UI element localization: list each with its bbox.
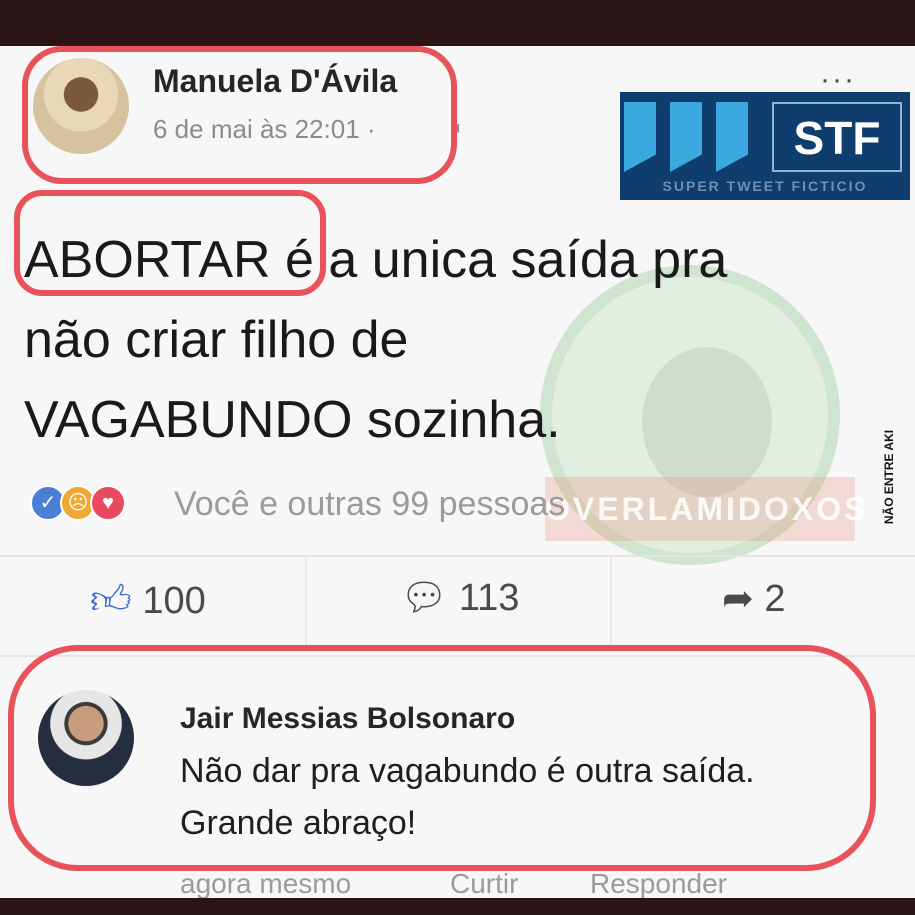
thumbs-up-icon: 👍︎ [90,578,132,622]
comment-bubble-icon: 💬︎ [400,577,449,619]
action-divider [610,555,612,645]
stf-stripes [624,102,764,172]
like-button[interactable]: 👍︎ 100 [90,576,206,624]
share-arrow-icon: ➦ [722,578,754,620]
share-button[interactable]: ➦ 2 [722,576,786,621]
highlight-circle-word [14,190,326,296]
reaction-summary[interactable]: Você e outras 99 pessoas [174,485,565,524]
comment-like-link[interactable]: Curtir [450,868,518,900]
top-frame [0,0,915,46]
comment-reply-link[interactable]: Responder [590,868,727,900]
bottom-frame [0,898,915,915]
stf-logo: STF SUPER TWEET FICTICIO [620,92,910,200]
stf-stripe [624,102,656,172]
post-line-2: não criar filho de [24,311,409,369]
like-count: 100 [142,580,206,622]
post-line-1-rest: é a unica saída pra [270,231,728,289]
comment-time: agora mesmo [180,868,352,899]
love-reaction-icon: ♥ [90,485,126,521]
post-line-3: VAGABUNDO sozinha. [24,391,561,449]
stf-stripe [670,102,702,172]
stf-stripe [716,102,748,172]
highlight-circle-comment [8,645,876,871]
share-count: 2 [764,578,786,620]
watermark-band: OVERLAMIDOXOS [545,477,869,541]
watermark-text: OVERLAMIDOXOS [545,491,869,527]
comment-count: 113 [458,577,520,619]
stf-logo-text: STF [772,102,902,172]
stf-logo-subtitle: SUPER TWEET FICTICIO [662,178,868,194]
comment-button[interactable]: 💬︎ 113 [400,576,519,620]
highlight-circle-author [22,46,457,184]
action-divider [305,555,307,645]
